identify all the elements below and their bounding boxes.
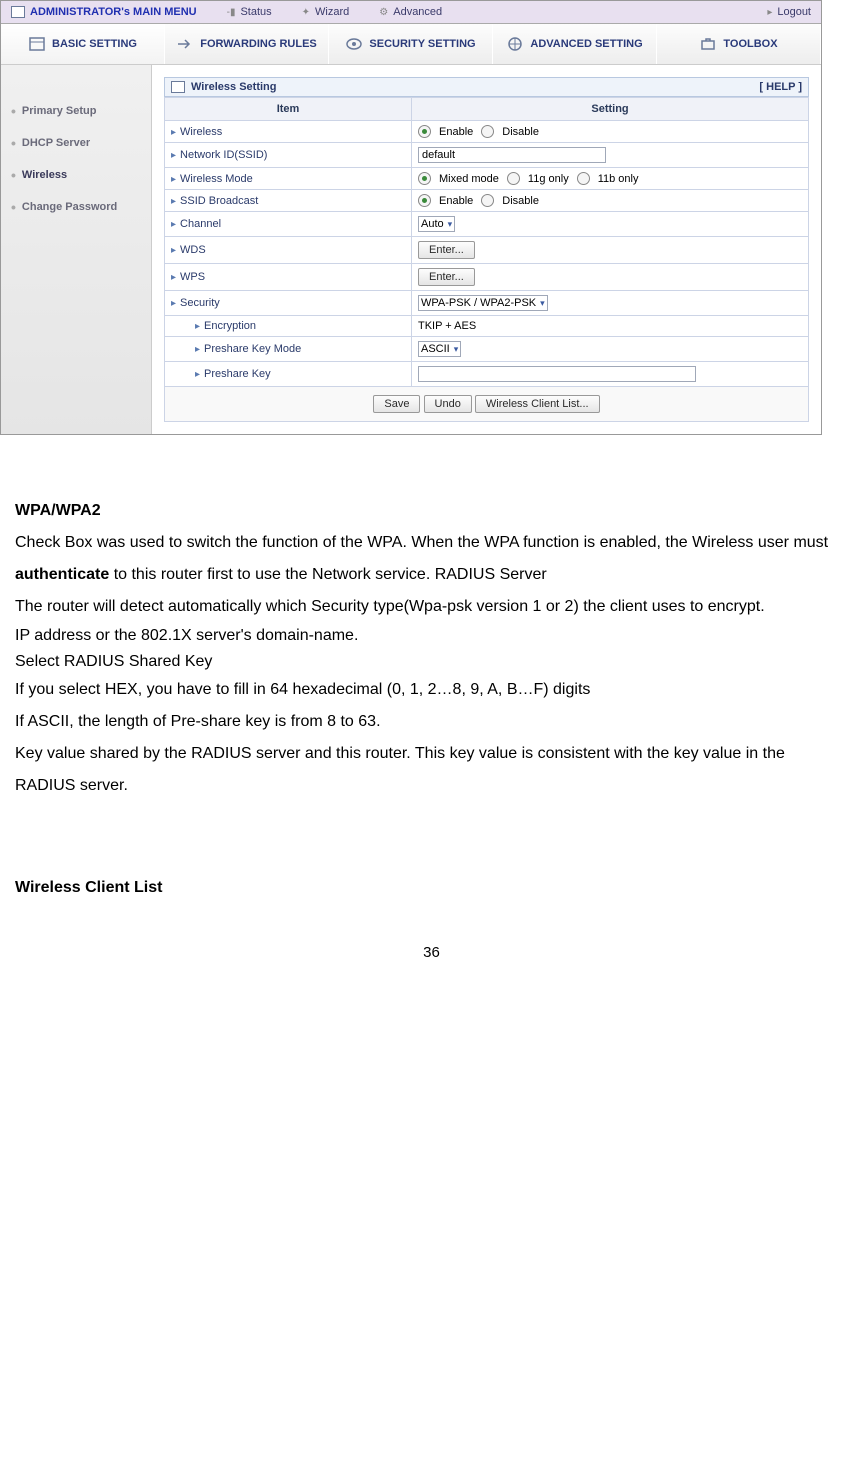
row-pskmode-label: ▸Preshare Key Mode xyxy=(165,337,412,362)
document-body-text: WPA/WPA2 Check Box was used to switch th… xyxy=(0,435,863,904)
pskmode-select[interactable]: ASCII▾ xyxy=(418,341,461,357)
paragraph: If ASCII, the length of Pre-share key is… xyxy=(15,706,848,738)
paragraph: Key value shared by the RADIUS server an… xyxy=(15,738,848,802)
chevron-down-icon: ▾ xyxy=(448,219,453,230)
undo-button[interactable]: Undo xyxy=(424,395,472,413)
status-icon: -▮ xyxy=(227,7,236,18)
sidebar-item-primary-setup[interactable]: •Primary Setup xyxy=(1,95,151,127)
advanced-icon: ⚙ xyxy=(379,7,388,18)
advanced-setting-icon xyxy=(506,35,524,53)
row-mode-label: ▸Wireless Mode xyxy=(165,168,412,190)
top-item-advanced[interactable]: ⚙ Advanced xyxy=(379,6,442,18)
main-panel: Wireless Setting [ HELP ] Item Setting ▸… xyxy=(152,65,821,434)
row-encryption-label: ▸Encryption xyxy=(165,316,412,337)
main-menu-title-text: ADMINISTRATOR's MAIN MENU xyxy=(30,6,197,18)
row-wireless-label: ▸Wireless xyxy=(165,121,412,143)
top-item-logout[interactable]: ▸ Logout xyxy=(767,6,811,18)
row-psk-label: ▸Preshare Key xyxy=(165,362,412,387)
main-menu-title: ADMINISTRATOR's MAIN MENU xyxy=(11,6,197,18)
tab-security-setting[interactable]: SECURITY SETTING xyxy=(329,24,493,64)
heading-wpa: WPA/WPA2 xyxy=(15,495,848,527)
paragraph: Check Box was used to switch the functio… xyxy=(15,527,848,591)
panel-icon xyxy=(171,81,185,93)
col-item: Item xyxy=(165,98,412,121)
wireless-enable-radio[interactable] xyxy=(418,125,431,138)
paragraph: The router will detect automatically whi… xyxy=(15,591,848,623)
basic-setting-icon xyxy=(28,35,46,53)
settings-table: Item Setting ▸Wireless Enable Disable xyxy=(164,97,809,422)
wizard-icon: ✦ xyxy=(302,7,310,18)
row-wireless-value: Enable Disable xyxy=(412,121,809,143)
page-number: 36 xyxy=(0,904,863,981)
paragraph: Select RADIUS Shared Key xyxy=(15,649,848,675)
mode-11g-radio[interactable] xyxy=(507,172,520,185)
row-broadcast-label: ▸SSID Broadcast xyxy=(165,190,412,212)
form-footer: Save Undo Wireless Client List... xyxy=(165,387,809,422)
row-wds-label: ▸WDS xyxy=(165,237,412,264)
tab-forwarding-rules[interactable]: FORWARDING RULES xyxy=(165,24,329,64)
security-select[interactable]: WPA-PSK / WPA2-PSK▾ xyxy=(418,295,548,311)
wireless-disable-radio[interactable] xyxy=(481,125,494,138)
menu-icon xyxy=(11,6,25,18)
col-setting: Setting xyxy=(412,98,809,121)
chevron-down-icon: ▾ xyxy=(540,298,545,309)
logout-arrow-icon: ▸ xyxy=(767,7,772,18)
heading-client-list: Wireless Client List xyxy=(15,872,848,904)
forwarding-icon xyxy=(176,35,194,53)
router-admin-screenshot: ADMINISTRATOR's MAIN MENU -▮ Status ✦ Wi… xyxy=(0,0,822,435)
panel-header: Wireless Setting [ HELP ] xyxy=(164,77,809,97)
row-encryption-value: TKIP + AES xyxy=(412,316,809,337)
chevron-down-icon: ▾ xyxy=(454,344,459,355)
row-security-label: ▸Security xyxy=(165,291,412,316)
security-icon xyxy=(345,35,363,53)
row-wps-label: ▸WPS xyxy=(165,264,412,291)
sidebar-item-wireless[interactable]: •Wireless xyxy=(1,159,151,191)
tab-advanced-setting[interactable]: ADVANCED SETTING xyxy=(493,24,657,64)
channel-select[interactable]: Auto▾ xyxy=(418,216,455,232)
top-item-wizard[interactable]: ✦ Wizard xyxy=(302,6,350,18)
row-channel-label: ▸Channel xyxy=(165,212,412,237)
toolbox-icon xyxy=(699,35,717,53)
paragraph: IP address or the 802.1X server's domain… xyxy=(15,623,848,649)
save-button[interactable]: Save xyxy=(373,395,420,413)
paragraph: If you select HEX, you have to fill in 6… xyxy=(15,674,848,706)
psk-input[interactable] xyxy=(418,366,696,382)
row-ssid-label: ▸Network ID(SSID) xyxy=(165,143,412,168)
wds-enter-button[interactable]: Enter... xyxy=(418,241,475,259)
panel-title-text: Wireless Setting xyxy=(191,81,276,93)
ssid-input[interactable] xyxy=(418,147,606,163)
wps-enter-button[interactable]: Enter... xyxy=(418,268,475,286)
wireless-client-list-button[interactable]: Wireless Client List... xyxy=(475,395,600,413)
tab-toolbox[interactable]: TOOLBOX xyxy=(657,24,821,64)
top-menu-bar: ADMINISTRATOR's MAIN MENU -▮ Status ✦ Wi… xyxy=(1,1,821,24)
broadcast-enable-radio[interactable] xyxy=(418,194,431,207)
sidebar-item-dhcp-server[interactable]: •DHCP Server xyxy=(1,127,151,159)
broadcast-disable-radio[interactable] xyxy=(481,194,494,207)
mode-11b-radio[interactable] xyxy=(577,172,590,185)
mode-mixed-radio[interactable] xyxy=(418,172,431,185)
tab-basic-setting[interactable]: BASIC SETTING xyxy=(1,24,165,64)
help-link[interactable]: [ HELP ] xyxy=(759,81,802,93)
sidebar-item-change-password[interactable]: •Change Password xyxy=(1,191,151,223)
sidebar: •Primary Setup •DHCP Server •Wireless •C… xyxy=(1,65,152,434)
tab-bar: BASIC SETTING FORWARDING RULES SECURITY … xyxy=(1,24,821,65)
top-item-status[interactable]: -▮ Status xyxy=(227,6,272,18)
